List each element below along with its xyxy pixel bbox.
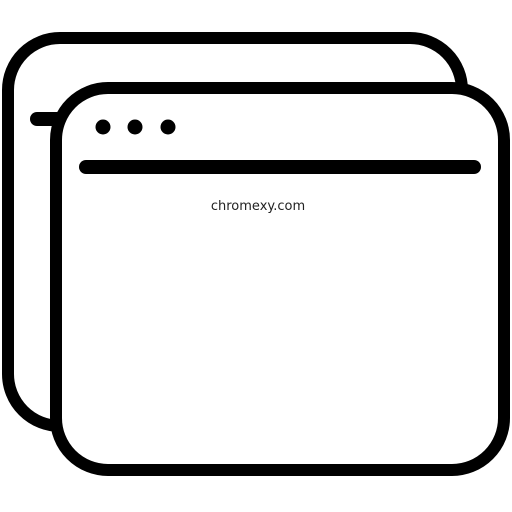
browser-windows-icon	[2, 32, 510, 476]
icon-canvas: chromexy.com	[0, 0, 512, 512]
window-dot-2	[127, 119, 143, 135]
window-dot-3	[160, 119, 176, 135]
front-window	[50, 82, 510, 476]
watermark-text: chromexy.com	[210, 199, 306, 214]
window-dot-1	[95, 119, 111, 135]
